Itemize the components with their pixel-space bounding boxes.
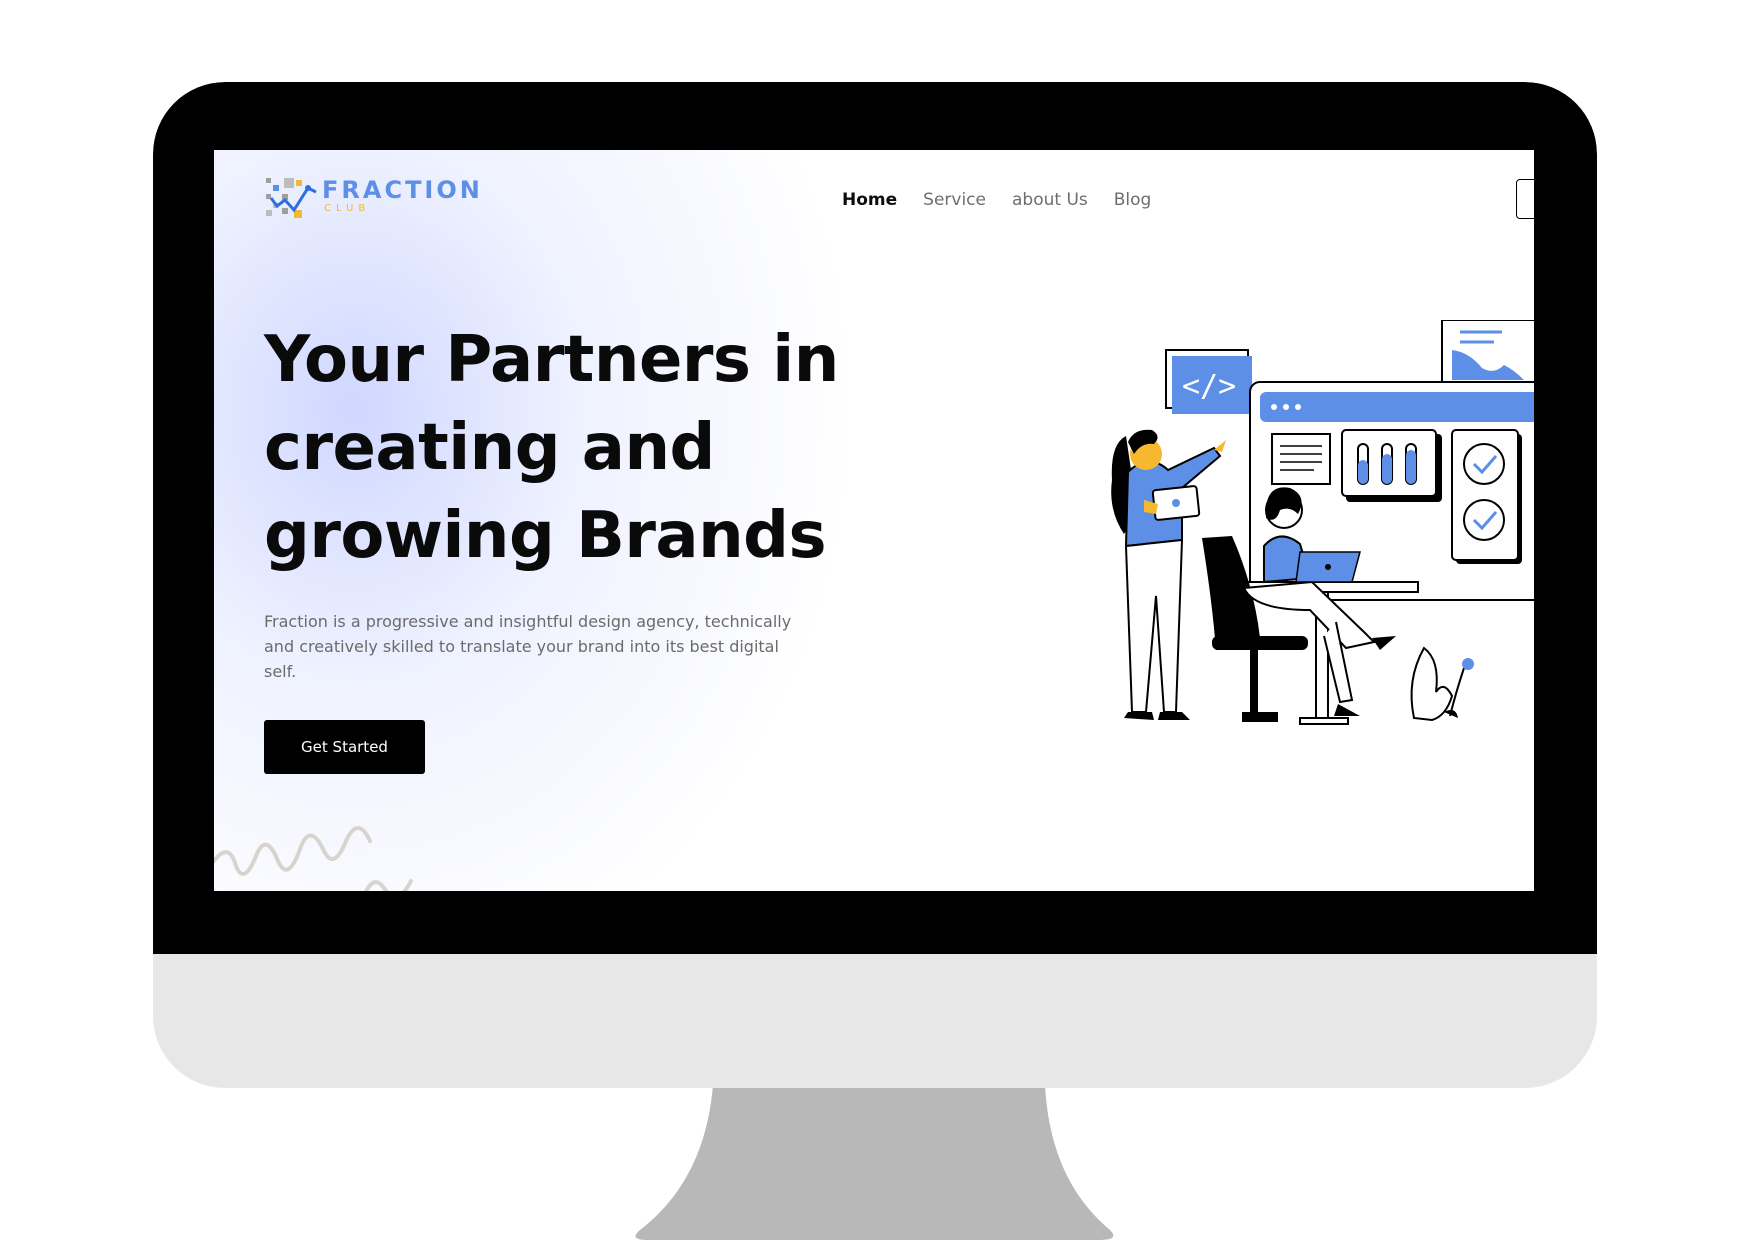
get-started-button[interactable]: Get Started [264,720,425,774]
svg-text:</>: </> [1182,369,1236,404]
nav-home[interactable]: Home [842,190,897,210]
nav-about-us[interactable]: about Us [1012,190,1088,210]
main-nav: Home Service about Us Blog [842,190,1151,210]
brand-subtitle: CLUB [324,203,371,214]
hero-title: Your Partners in creating and growing Br… [264,323,839,573]
header-action-button[interactable] [1516,179,1534,219]
brand-logo[interactable]: FRACTION CLUB [264,176,483,220]
hero-description: Fraction is a progressive and insightful… [264,612,792,681]
website-screen: FRACTION CLUB Home Service about Us Blog… [214,150,1534,891]
decorative-squiggle [214,826,413,891]
nav-service[interactable]: Service [923,190,986,210]
nav-blog[interactable]: Blog [1114,190,1152,210]
fraction-logo-icon [266,178,317,218]
team-working-illustration: </> [1111,320,1534,725]
brand-name: FRACTION [322,176,483,204]
